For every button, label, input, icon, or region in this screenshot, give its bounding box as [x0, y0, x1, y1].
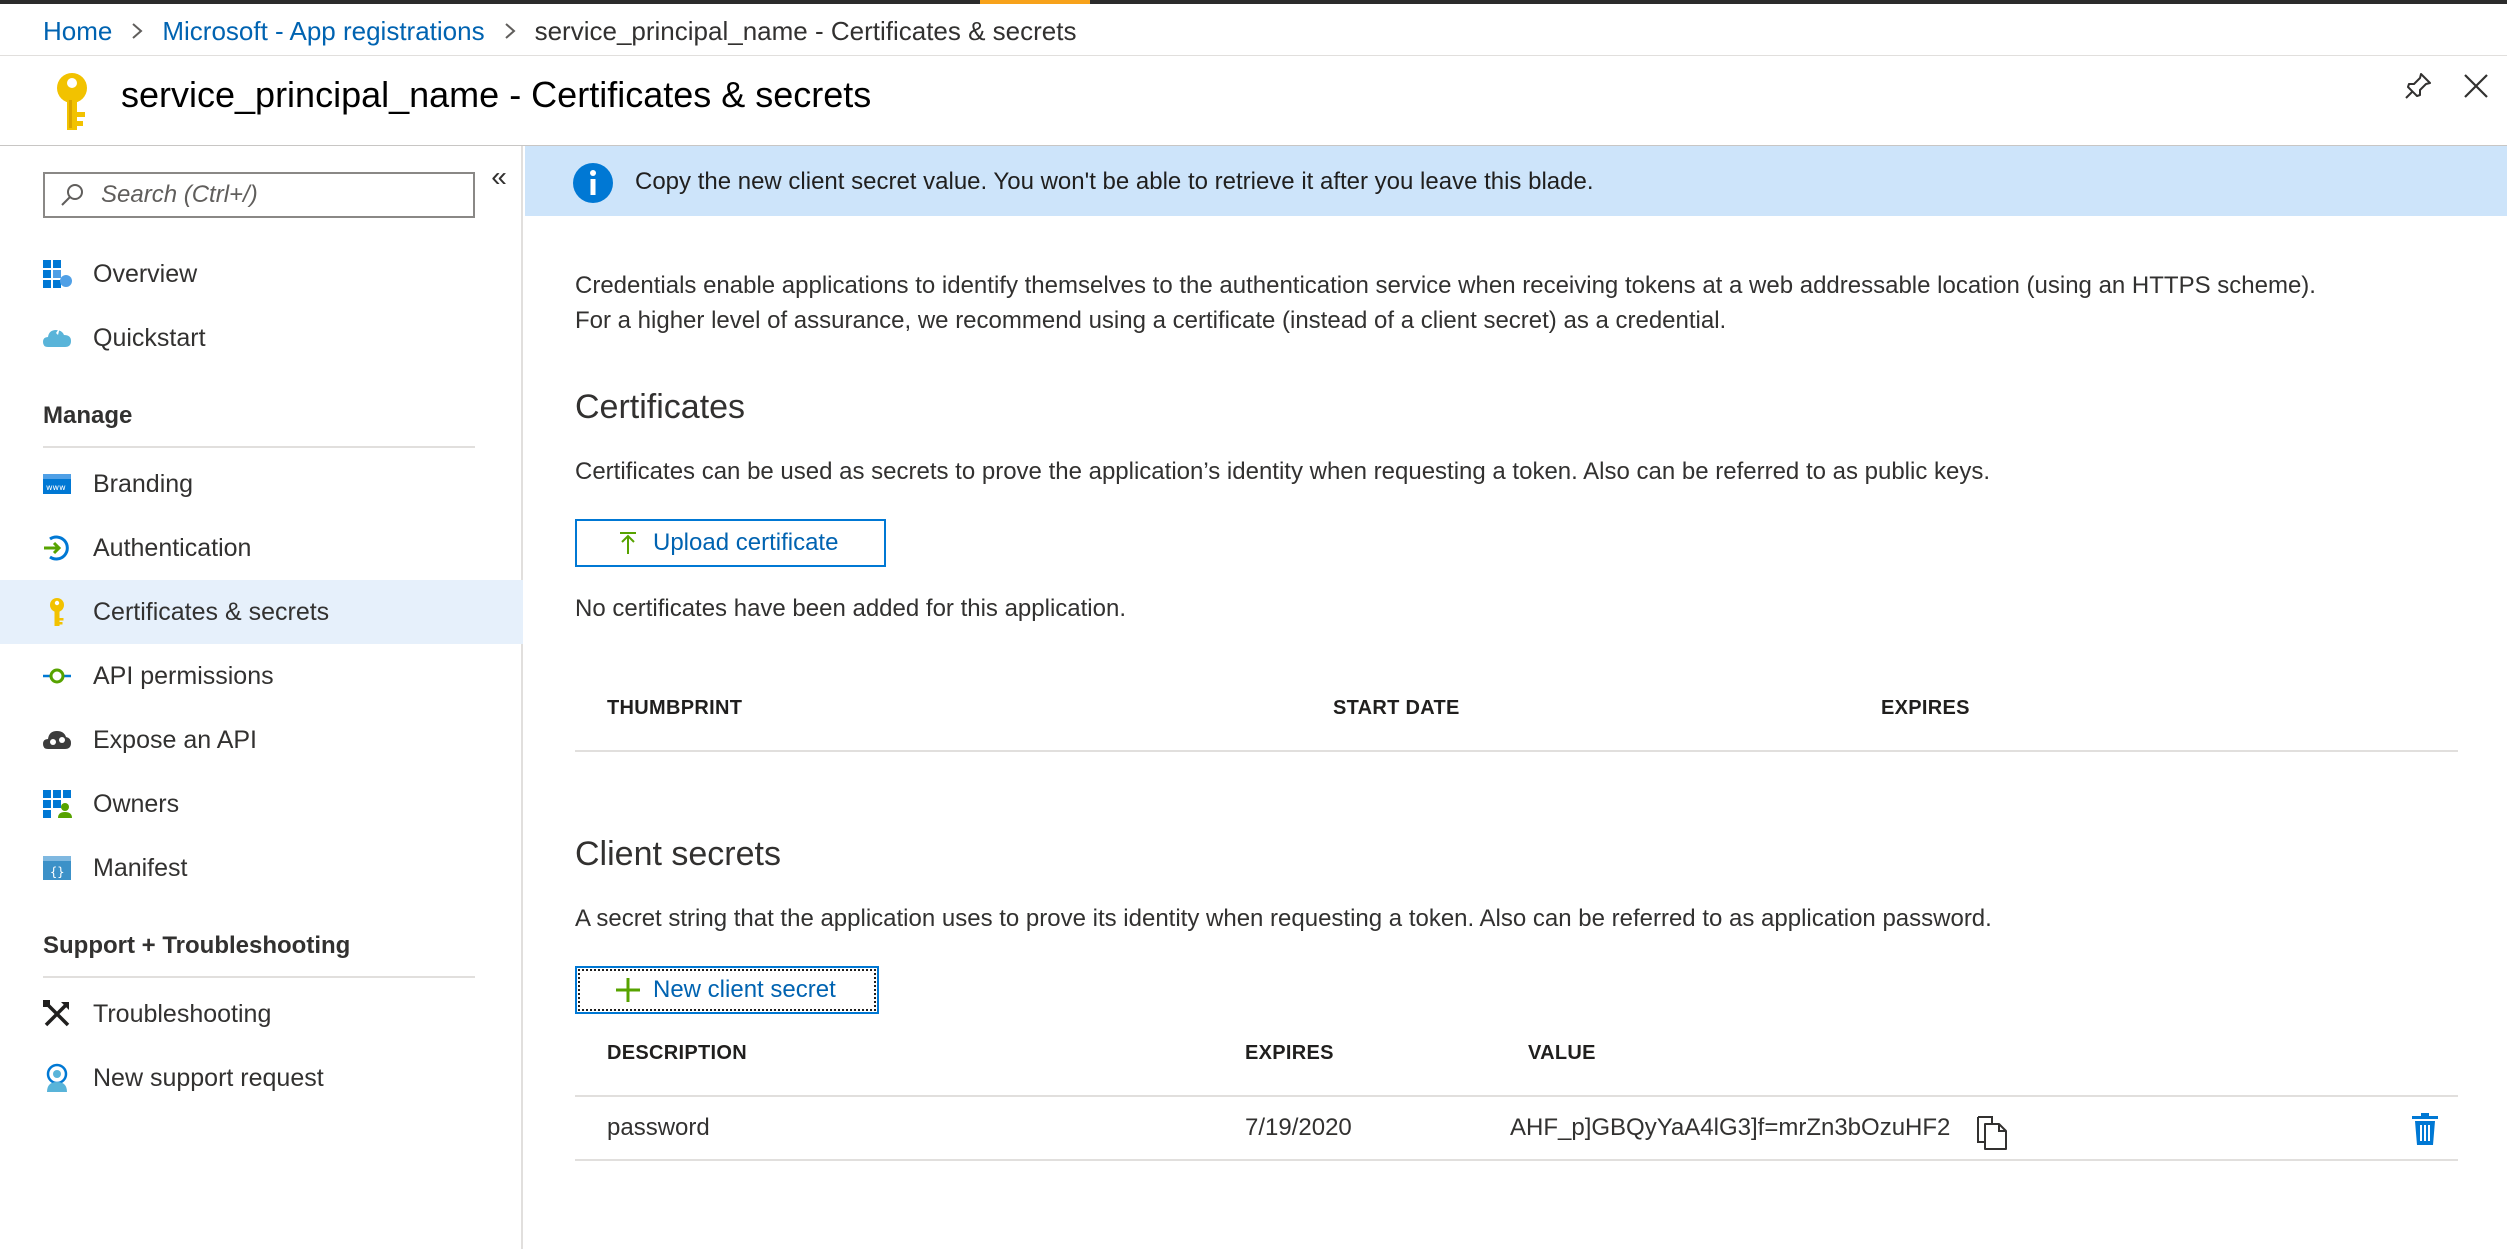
new-client-secret-button[interactable]: New client secret — [575, 966, 879, 1014]
sidebar-item-new-support-request[interactable]: New support request — [0, 1046, 523, 1110]
sidebar-search[interactable] — [43, 172, 475, 218]
manifest-icon: {} — [42, 853, 72, 883]
secrets-table-row-divider — [575, 1159, 2458, 1161]
certificates-description: Certificates can be used as secrets to p… — [575, 458, 1991, 485]
sidebar-item-label: Overview — [93, 259, 198, 288]
new-client-secret-label: New client secret — [653, 976, 836, 1003]
breadcrumb-chevron-icon — [112, 21, 162, 41]
quickstart-cloud-icon — [42, 323, 72, 353]
sidebar-item-expose-api[interactable]: Expose an API — [0, 708, 523, 772]
branding-icon: www — [42, 469, 72, 499]
sidebar-item-api-permissions[interactable]: API permissions — [0, 644, 523, 708]
breadcrumb: Home Microsoft - App registrations servi… — [43, 14, 1076, 48]
api-permissions-icon — [42, 661, 72, 691]
sidebar-item-owners[interactable]: Owners — [0, 772, 523, 836]
sidebar-item-label: Expose an API — [93, 725, 258, 754]
sidebar-item-label: Manifest — [93, 853, 188, 882]
svg-text:{}: {} — [50, 865, 64, 879]
support-request-icon — [42, 1063, 72, 1093]
sidebar-item-label: New support request — [93, 1063, 324, 1092]
blade-header: service_principal_name - Certificates & … — [0, 56, 2507, 146]
pin-icon[interactable] — [2398, 66, 2438, 106]
overview-grid-icon — [42, 259, 72, 289]
close-icon[interactable] — [2456, 66, 2496, 106]
main-content: Copy the new client secret value. You wo… — [525, 146, 2507, 1249]
certificates-table-divider — [575, 750, 2458, 752]
collapse-sidebar-icon[interactable]: « — [482, 160, 516, 194]
column-header-start-date[interactable]: START DATE — [1333, 697, 1460, 720]
search-icon — [59, 181, 87, 209]
intro-text: Credentials enable applications to ident… — [575, 268, 2316, 338]
intro-line-1: Credentials enable applications to ident… — [575, 272, 2316, 299]
sidebar-item-manifest[interactable]: {} Manifest — [0, 836, 523, 900]
sidebar-item-label: Certificates & secrets — [93, 597, 330, 626]
expose-api-icon — [42, 725, 72, 755]
copy-icon[interactable] — [1975, 1114, 2009, 1152]
intro-line-2: For a higher level of assurance, we reco… — [575, 307, 1727, 334]
sidebar-item-authentication[interactable]: Authentication — [0, 516, 523, 580]
key-icon — [42, 597, 72, 627]
top-bar-accent — [980, 0, 1090, 4]
upload-certificate-button[interactable]: Upload certificate — [575, 519, 886, 567]
sidebar: « Overview Quickstart Manage — [0, 146, 523, 1249]
breadcrumb-chevron-icon — [485, 21, 535, 41]
client-secrets-description: A secret string that the application use… — [575, 905, 1992, 932]
breadcrumb-app-registrations-link[interactable]: Microsoft - App registrations — [162, 16, 484, 47]
authentication-icon — [42, 533, 72, 563]
upload-icon — [615, 530, 641, 556]
column-header-expires[interactable]: EXPIRES — [1245, 1042, 1334, 1065]
section-label-manage: Manage — [43, 402, 133, 429]
sidebar-item-label: Owners — [93, 789, 180, 818]
plus-icon — [615, 977, 641, 1003]
delete-icon[interactable] — [2410, 1112, 2440, 1146]
secrets-table-header-divider — [575, 1095, 2458, 1097]
owners-icon — [42, 789, 72, 819]
key-icon — [48, 70, 96, 134]
sidebar-item-overview[interactable]: Overview — [0, 242, 523, 306]
secret-expires: 7/19/2020 — [1245, 1114, 1352, 1141]
sidebar-item-label: Branding — [93, 469, 194, 498]
breadcrumb-current: service_principal_name - Certificates & … — [534, 15, 1077, 46]
sidebar-item-label: Quickstart — [93, 323, 206, 352]
column-header-value[interactable]: VALUE — [1528, 1042, 1596, 1065]
certificates-empty-text: No certificates have been added for this… — [575, 595, 1127, 622]
banner-text: Copy the new client secret value. You wo… — [635, 168, 1594, 195]
top-bar — [0, 0, 2507, 4]
sidebar-item-quickstart[interactable]: Quickstart — [0, 306, 523, 370]
sidebar-item-certificates-secrets[interactable]: Certificates & secrets — [0, 580, 523, 644]
certificates-heading: Certificates — [575, 388, 746, 426]
column-header-description[interactable]: DESCRIPTION — [607, 1042, 747, 1065]
sidebar-item-label: Authentication — [93, 533, 252, 562]
info-icon — [572, 162, 614, 204]
section-divider — [43, 446, 475, 448]
client-secrets-heading: Client secrets — [575, 835, 781, 873]
column-header-thumbprint[interactable]: THUMBPRINT — [607, 697, 742, 720]
troubleshooting-icon — [42, 999, 72, 1029]
upload-certificate-label: Upload certificate — [653, 529, 839, 556]
sidebar-item-troubleshooting[interactable]: Troubleshooting — [0, 982, 523, 1046]
sidebar-item-label: Troubleshooting — [93, 999, 272, 1028]
sidebar-item-label: API permissions — [93, 661, 274, 690]
svg-text:www: www — [46, 483, 66, 492]
sidebar-item-branding[interactable]: www Branding — [0, 452, 523, 516]
page-title: service_principal_name - Certificates & … — [121, 74, 872, 115]
section-label-support: Support + Troubleshooting — [43, 932, 351, 959]
info-banner: Copy the new client secret value. You wo… — [525, 146, 2507, 216]
column-header-expires[interactable]: EXPIRES — [1881, 697, 1970, 720]
secret-description: password — [607, 1114, 710, 1141]
breadcrumb-home-link[interactable]: Home — [43, 16, 112, 47]
secret-value[interactable]: AHF_p]GBQyYaA4lG3]f=mrZn3bOzuHF2 — [1510, 1114, 1950, 1142]
search-input[interactable] — [101, 181, 471, 209]
section-divider — [43, 976, 475, 978]
